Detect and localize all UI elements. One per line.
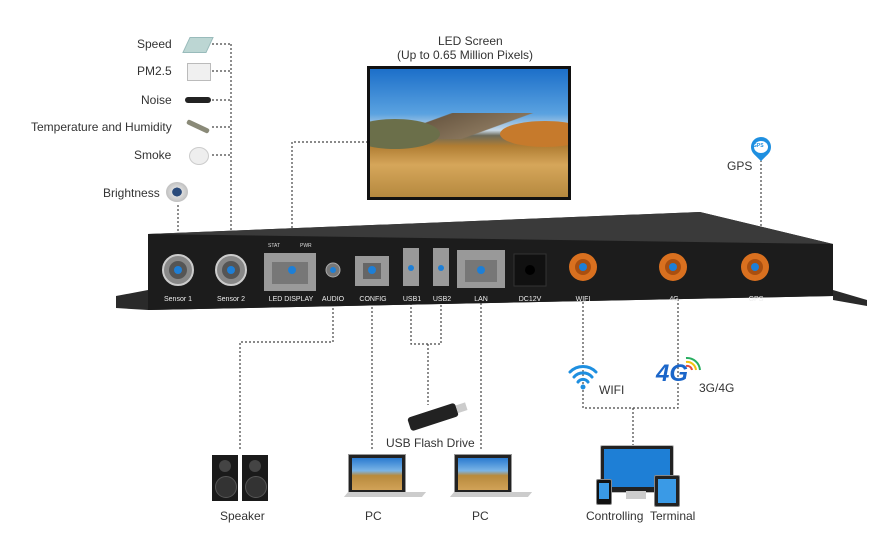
controlling-terminal-icon: [592, 445, 682, 507]
connection-diagram: LED Screen (Up to 0.65 Million Pixels) S…: [0, 0, 895, 558]
signal-arcs-icon: [685, 356, 701, 371]
speaker-icon: [212, 455, 270, 501]
4g-label: 3G/4G: [699, 381, 735, 395]
pc-config-label: PC: [365, 509, 382, 523]
pc-laptop-lan-icon: [449, 454, 533, 500]
speaker-label: Speaker: [220, 509, 265, 523]
pc-lan-label: PC: [472, 509, 489, 523]
terminal-label: Terminal: [650, 509, 696, 523]
usb-flash-drive-label: USB Flash Drive: [386, 436, 475, 450]
pc-laptop-config-icon: [343, 454, 427, 500]
controlling-label: Controlling: [586, 509, 644, 523]
